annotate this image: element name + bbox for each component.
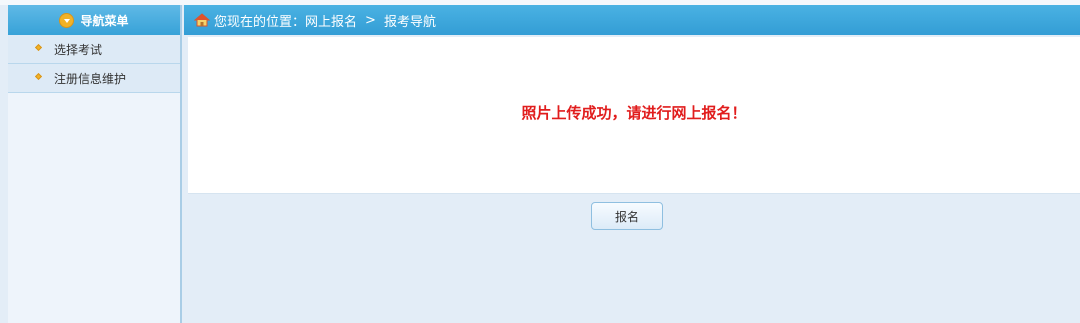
sidebar-item-select-exam[interactable]: 选择考试	[8, 35, 180, 64]
breadcrumb-current: 报考导航	[383, 14, 436, 30]
breadcrumb-separator: >	[365, 12, 376, 28]
bullet-icon	[34, 72, 43, 81]
sidebar: 导航菜单 选择考试 注册信息维护	[8, 5, 182, 323]
button-row: 报名	[184, 202, 1080, 230]
register-button[interactable]: 报名	[591, 202, 663, 230]
breadcrumb-prefix: 您现在的位置：	[214, 14, 306, 30]
home-icon	[194, 13, 210, 27]
sidebar-item-label: 注册信息维护	[54, 71, 127, 86]
sidebar-item-label: 选择考试	[54, 42, 103, 57]
breadcrumb: 您现在的位置： 网上报名 > 报考导航	[184, 5, 1080, 35]
content-area: 照片上传成功，请进行网上报名！	[188, 37, 1080, 194]
breadcrumb-link-online-registration[interactable]: 网上报名	[305, 11, 357, 30]
bullet-icon	[34, 43, 43, 52]
status-message: 照片上传成功，请进行网上报名！	[521, 103, 747, 122]
sidebar-header: 导航菜单	[8, 5, 180, 35]
sidebar-item-registration-info[interactable]: 注册信息维护	[8, 64, 180, 93]
chevron-down-icon	[59, 12, 75, 28]
sidebar-title: 导航菜单	[80, 13, 129, 28]
main-panel: 您现在的位置： 网上报名 > 报考导航 照片上传成功，请进行网上报名！ 报名	[184, 5, 1080, 323]
